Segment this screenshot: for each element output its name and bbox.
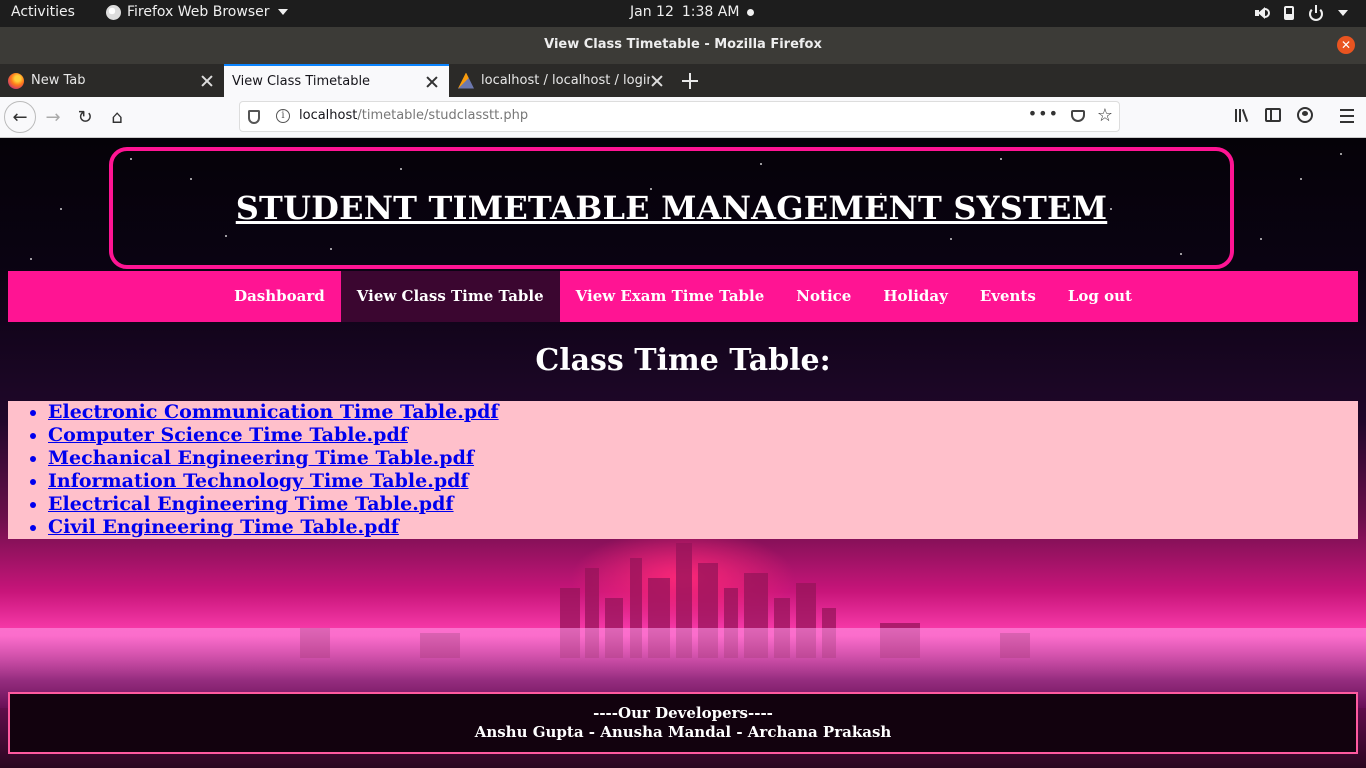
page-actions-icon[interactable]: ••• (1028, 104, 1059, 123)
footer-developers: Anshu Gupta - Anusha Mandal - Archana Pr… (474, 723, 892, 741)
clock-date: Jan 12 (630, 4, 674, 20)
tab-new-tab[interactable]: New Tab (0, 64, 224, 97)
system-tray[interactable] (1254, 5, 1348, 21)
account-icon[interactable] (1297, 107, 1313, 123)
site-info-icon[interactable]: i (276, 109, 290, 123)
window-title-bar: View Class Timetable - Mozilla Firefox ✕ (0, 27, 1366, 64)
chevron-down-icon (277, 9, 288, 15)
file-link[interactable]: Civil Engineering Time Table.pdf (48, 516, 399, 538)
main-nav: Dashboard View Class Time Table View Exa… (8, 271, 1358, 322)
file-link[interactable]: Electrical Engineering Time Table.pdf (48, 493, 454, 515)
list-item: Mechanical Engineering Time Table.pdf (48, 447, 1358, 470)
home-button[interactable]: ⌂ (102, 102, 132, 132)
tab-label: View Class Timetable (232, 74, 371, 89)
battery-icon (1284, 6, 1294, 20)
app-menu[interactable]: Firefox Web Browser (106, 4, 288, 20)
tab-view-class-timetable[interactable]: View Class Timetable (224, 64, 449, 97)
file-link[interactable]: Mechanical Engineering Time Table.pdf (48, 447, 474, 469)
library-icon[interactable] (1233, 106, 1253, 126)
file-link[interactable]: Information Technology Time Table.pdf (48, 470, 469, 492)
window-close-button[interactable]: ✕ (1337, 36, 1355, 54)
tab-label: localhost / localhost / login (481, 73, 650, 88)
bookmark-star-icon[interactable]: ☆ (1097, 105, 1113, 126)
phpmyadmin-icon (458, 72, 474, 89)
chevron-down-icon (1338, 10, 1348, 16)
site-header: STUDENT TIMETABLE MANAGEMENT SYSTEM (109, 147, 1234, 269)
tab-strip: New Tab View Class Timetable localhost /… (0, 64, 1366, 97)
nav-events[interactable]: Events (964, 271, 1052, 322)
close-icon[interactable] (200, 74, 214, 88)
nav-dashboard[interactable]: Dashboard (218, 271, 341, 322)
footer-heading: ----Our Developers---- (593, 704, 773, 722)
list-item: Electronic Communication Time Table.pdf (48, 401, 1358, 424)
system-top-bar: Activities Firefox Web Browser Jan 12 1:… (0, 0, 1366, 27)
sidebar-icon[interactable] (1265, 108, 1281, 122)
tab-label: New Tab (31, 73, 86, 88)
hamburger-menu-icon[interactable] (1338, 106, 1358, 126)
close-icon[interactable] (650, 74, 664, 88)
timetable-file-list: Electronic Communication Time Table.pdf … (8, 401, 1358, 539)
nav-notice[interactable]: Notice (780, 271, 867, 322)
forward-button[interactable]: → (38, 102, 68, 132)
firefox-icon (106, 4, 121, 20)
url-path: /timetable/studclasstt.php (357, 108, 529, 123)
list-item: Electrical Engineering Time Table.pdf (48, 493, 1358, 516)
firefox-icon (8, 72, 24, 89)
footer: ----Our Developers---- Anshu Gupta - Anu… (8, 692, 1358, 754)
new-tab-button[interactable] (680, 71, 700, 91)
section-title: Class Time Table: (535, 343, 831, 378)
notification-dot-icon (747, 8, 755, 16)
list-item: Information Technology Time Table.pdf (48, 470, 1358, 493)
url-text[interactable]: localhost/timetable/studclasstt.php (299, 108, 528, 123)
nav-view-class-time-table[interactable]: View Class Time Table (340, 271, 560, 322)
web-page: STUDENT TIMETABLE MANAGEMENT SYSTEM Dash… (0, 138, 1366, 768)
url-host: localhost (299, 108, 358, 123)
nav-log-out[interactable]: Log out (1052, 271, 1148, 322)
close-icon[interactable] (425, 75, 439, 89)
list-item: Computer Science Time Table.pdf (48, 424, 1358, 447)
volume-icon (1254, 5, 1270, 21)
clock-time: 1:38 AM (681, 4, 740, 20)
file-link[interactable]: Computer Science Time Table.pdf (48, 424, 408, 446)
power-icon (1308, 5, 1324, 21)
nav-view-exam-time-table[interactable]: View Exam Time Table (560, 271, 781, 322)
tracking-protection-icon[interactable] (248, 110, 260, 124)
app-menu-label: Firefox Web Browser (127, 4, 270, 20)
url-bar[interactable]: i localhost/timetable/studclasstt.php ••… (239, 101, 1120, 132)
tab-phpmyadmin-login[interactable]: localhost / localhost / login (450, 64, 674, 97)
file-link[interactable]: Electronic Communication Time Table.pdf (48, 401, 499, 423)
pocket-icon[interactable] (1071, 110, 1085, 122)
window-title: View Class Timetable - Mozilla Firefox (544, 37, 822, 52)
clock[interactable]: Jan 12 1:38 AM (630, 4, 755, 20)
reload-button[interactable]: ↻ (70, 102, 100, 132)
nav-holiday[interactable]: Holiday (867, 271, 964, 322)
navigation-toolbar: ← → ↻ ⌂ i localhost/timetable/studclasst… (0, 97, 1366, 138)
activities-button[interactable]: Activities (11, 4, 75, 20)
back-button[interactable]: ← (4, 101, 36, 133)
list-item: Civil Engineering Time Table.pdf (48, 516, 1358, 539)
site-title: STUDENT TIMETABLE MANAGEMENT SYSTEM (235, 189, 1108, 227)
